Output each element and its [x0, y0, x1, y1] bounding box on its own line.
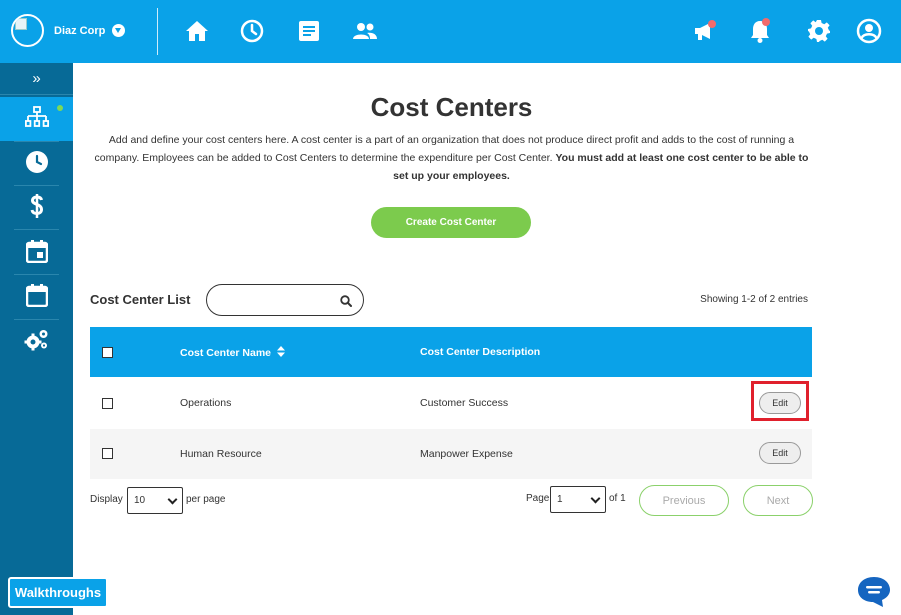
calendar-event-icon [25, 239, 48, 268]
cost-center-description: Manpower Expense [420, 448, 513, 460]
sidebar-item-settings[interactable] [0, 320, 73, 364]
list-title: Cost Center List [90, 292, 191, 307]
cost-center-name: Operations [180, 397, 232, 409]
create-cost-center-button[interactable]: Create Cost Center [371, 207, 531, 238]
chat-icon[interactable] [856, 575, 892, 609]
cost-center-name: Human Resource [180, 448, 262, 460]
company-name[interactable]: Diaz Corp [54, 25, 105, 37]
search-icon[interactable] [340, 294, 352, 312]
row-checkbox[interactable] [102, 448, 113, 459]
sidebar-item-time[interactable] [0, 142, 73, 186]
sidebar-expand-button[interactable]: » [0, 63, 73, 95]
table-header: Cost Center Name Cost Center Description [90, 327, 812, 377]
page-value: 1 [557, 494, 563, 505]
page-title: Cost Centers [370, 92, 533, 122]
edit-button[interactable]: Edit [759, 442, 801, 464]
walkthroughs-button[interactable]: Walkthroughs [8, 577, 108, 608]
entries-count: Showing 1-2 of 2 entries [700, 294, 808, 305]
intro-text: Add and define your cost centers here. A… [90, 131, 813, 185]
users-icon[interactable] [351, 17, 379, 45]
sidebar-item-leave[interactable] [0, 275, 73, 319]
chevron-down-icon [590, 493, 601, 504]
per-page-label: per page [186, 494, 226, 505]
calendar-icon [25, 283, 48, 312]
bell-icon[interactable] [746, 17, 774, 45]
cost-center-description: Customer Success [420, 397, 509, 409]
gear-icon[interactable] [805, 17, 833, 45]
sidebar-item-schedule[interactable] [0, 231, 73, 275]
page-count: of 1 [609, 493, 626, 504]
search-box[interactable] [206, 284, 364, 316]
chevron-down-icon [167, 494, 178, 505]
page-label: Page [526, 493, 550, 504]
previous-button[interactable]: Previous [639, 485, 729, 516]
megaphone-icon[interactable] [691, 17, 719, 45]
clock-icon [25, 150, 49, 179]
select-all-checkbox[interactable] [102, 347, 113, 358]
broken-image-icon [15, 18, 27, 30]
sidebar-divider [14, 229, 59, 230]
company-logo[interactable] [11, 14, 44, 47]
dollar-icon [29, 193, 45, 224]
highlight-box [751, 381, 809, 421]
user-circle-icon[interactable] [855, 17, 883, 45]
gears-icon [24, 328, 50, 357]
next-button[interactable]: Next [743, 485, 813, 516]
company-dropdown-icon[interactable] [112, 24, 125, 37]
active-indicator [57, 105, 63, 111]
clock-icon[interactable] [238, 17, 266, 45]
per-page-value: 10 [134, 495, 146, 506]
sidebar: » [0, 63, 73, 615]
table-row: Human Resource Manpower Expense Edit [90, 429, 812, 479]
column-header-name-label: Cost Center Name [180, 347, 272, 359]
column-header-description: Cost Center Description [420, 346, 541, 358]
sort-icon[interactable] [276, 346, 285, 357]
top-divider [157, 8, 158, 55]
row-checkbox[interactable] [102, 398, 113, 409]
page-select[interactable]: 1 [550, 486, 606, 513]
column-header-name[interactable]: Cost Center Name [180, 346, 285, 359]
sidebar-item-cost-centers[interactable] [0, 97, 73, 141]
table-row: Operations Customer Success Edit [90, 378, 812, 428]
document-icon[interactable] [295, 17, 323, 45]
top-bar: Diaz Corp [0, 0, 901, 63]
per-page-select[interactable]: 10 [127, 487, 183, 514]
home-icon[interactable] [183, 17, 211, 45]
org-chart-icon [24, 105, 49, 133]
display-label: Display [90, 494, 123, 505]
search-input[interactable] [217, 291, 337, 309]
sidebar-item-payroll[interactable] [0, 186, 73, 230]
